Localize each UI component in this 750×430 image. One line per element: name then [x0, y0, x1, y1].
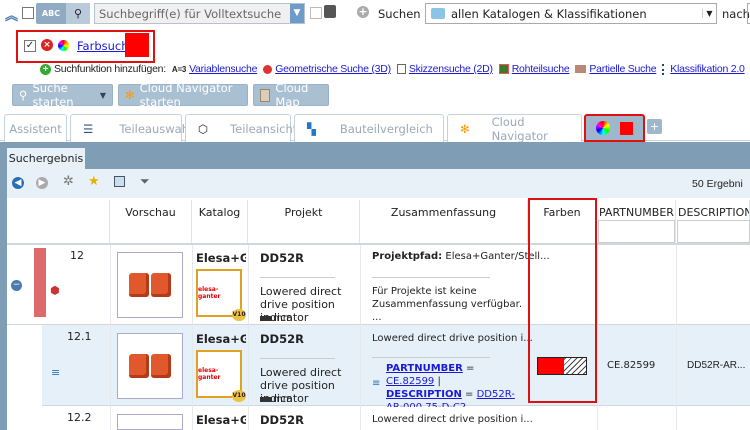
- color-search-icon: [596, 121, 610, 135]
- nach-label: nach: [722, 7, 750, 21]
- catalog-name: Elesa+Gan: [196, 332, 246, 346]
- summary: Projektpfad: Elesa+Ganter/Stell...: [372, 251, 550, 262]
- table-save-icon[interactable]: [114, 176, 125, 187]
- link-raw-part-search[interactable]: Rohteilsuche: [512, 63, 570, 75]
- partnumber-filter-input[interactable]: [598, 220, 675, 243]
- tab-bauteilvergleich[interactable]: ▚ Bauteilvergleich: [294, 114, 444, 142]
- summary-title: Lowered direct drive position i...: [372, 333, 533, 344]
- cloud-navigator-start-button[interactable]: ✻ Cloud Navigator starten: [118, 81, 248, 109]
- start-search-button[interactable]: ⚲ Suche starten ▼: [12, 81, 113, 109]
- link-sketch-search[interactable]: Skizzensuche (2D): [409, 63, 493, 75]
- summary-title: Lowered direct drive position i...: [372, 414, 533, 425]
- add-icon: +: [40, 63, 51, 75]
- assembly-icon: ⬢: [50, 284, 60, 297]
- fulltext-search-input[interactable]: Suchbegriff(e) für Volltextsuche: [94, 3, 305, 24]
- tab-cloud-navigator[interactable]: ✻ Cloud Navigator: [447, 114, 582, 143]
- catalog-select-value: allen Katalogen & Klassifikationen: [451, 6, 647, 21]
- row-id: 12.1: [67, 330, 92, 343]
- version-badge: V10: [232, 309, 246, 321]
- preview-image[interactable]: [117, 414, 183, 430]
- collapse-row-icon[interactable]: −: [11, 280, 22, 291]
- project-name: DD52R: [260, 413, 304, 427]
- chevron-down-icon[interactable]: ▼: [100, 91, 106, 100]
- back-icon[interactable]: ◀: [12, 177, 24, 189]
- color-search-checkbox[interactable]: ✓: [24, 40, 36, 52]
- filter-save-icon[interactable]: ⏷: [140, 174, 150, 189]
- catalog-name: Elesa+Gan: [196, 413, 246, 427]
- book-icon: [324, 5, 336, 18]
- variable-icon: A=3: [171, 64, 187, 74]
- add-search-label: Suchfunktion hinzufügen:: [54, 63, 166, 75]
- link-classification[interactable]: Klassifikation 2.0: [670, 63, 745, 75]
- row-id: 12: [70, 249, 84, 262]
- col-header-blank: [10, 200, 110, 244]
- result-count: 50 Ergebni: [692, 178, 743, 190]
- add-tab-button[interactable]: +: [647, 119, 662, 134]
- row-color-marker: [34, 248, 46, 317]
- compare-icon: ▚: [307, 121, 316, 136]
- raw-part-icon: [498, 64, 509, 74]
- col-header-project[interactable]: Projekt: [248, 200, 360, 244]
- summary-attrs-icon: ≡: [372, 378, 381, 389]
- sketch-icon: [396, 64, 406, 74]
- catalog-checkbox[interactable]: [310, 7, 322, 19]
- cloud-navigator-icon: ✻: [460, 121, 470, 136]
- partial-icon: [575, 65, 587, 73]
- search-dropdown-arrow[interactable]: ▼: [290, 4, 304, 23]
- color-swatch[interactable]: [125, 33, 149, 57]
- col-header-summary[interactable]: Zusammenfassung: [360, 200, 528, 244]
- cube-icon: ⬡: [198, 121, 209, 136]
- cloud-navigator-icon: ✻: [125, 88, 135, 102]
- tab-teileansicht[interactable]: ⬡ Teileansicht: [185, 114, 297, 142]
- stack-icon: ☰: [83, 121, 94, 136]
- variant-icon: ≡: [51, 366, 61, 379]
- description-value: DD52R-AR...: [687, 360, 746, 371]
- collapse-icon[interactable]: ︽: [5, 5, 18, 24]
- geometric-icon: [263, 64, 273, 74]
- preview-image[interactable]: [117, 252, 183, 318]
- link-partial-search[interactable]: Partielle Suche: [589, 63, 656, 75]
- map-icon: [260, 88, 271, 102]
- classification-icon: [662, 63, 667, 75]
- remove-icon[interactable]: ×: [41, 39, 53, 51]
- unit-label: mm: [260, 394, 292, 405]
- colors-column-highlight: [528, 198, 597, 403]
- ruler-icon: [260, 316, 272, 321]
- favorite-save-icon[interactable]: ★: [88, 174, 100, 189]
- search-mode-icon[interactable]: ⚲: [66, 3, 90, 24]
- unit-label: mm: [260, 313, 292, 324]
- settings-icon[interactable]: ✲: [63, 174, 74, 189]
- preview-image[interactable]: [117, 333, 183, 399]
- project-name: DD52R: [260, 251, 304, 265]
- ruler-icon: [260, 397, 272, 402]
- summary-text: Für Projekte ist keine Zusammenfassung v…: [372, 286, 523, 323]
- project-name: DD52R: [260, 332, 304, 346]
- cloud-map-button[interactable]: Cloud Map: [253, 81, 329, 109]
- folder-icon: [431, 8, 445, 19]
- tab-assistent[interactable]: Assistent: [4, 114, 67, 142]
- forward-icon[interactable]: ▶: [36, 177, 48, 189]
- description-filter-input[interactable]: [677, 220, 750, 243]
- results-tab[interactable]: Suchergebnis: [7, 148, 85, 169]
- tab-color-swatch: [620, 121, 633, 135]
- col-header-preview[interactable]: Vorschau: [110, 200, 192, 244]
- tab-color-search[interactable]: [584, 114, 645, 142]
- add-search-row: + Suchfunktion hinzufügen: A=3 Variablen…: [40, 63, 745, 75]
- chevron-down-icon[interactable]: ▼: [702, 9, 716, 18]
- catalog-select[interactable]: allen Katalogen & Klassifikationen ▼: [425, 3, 717, 24]
- add-icon[interactable]: +: [357, 6, 369, 18]
- fulltext-checkbox[interactable]: [22, 7, 34, 19]
- version-badge: V10: [232, 390, 246, 402]
- tab-teileauswahl[interactable]: ☰ Teileauswahl: [70, 114, 192, 142]
- partnumber-value: CE.82599: [607, 360, 656, 371]
- link-geometric-search[interactable]: Geometrische Suche (3D): [275, 63, 391, 75]
- row-id: 12.2: [67, 411, 92, 424]
- abc-mode-button[interactable]: ABC: [36, 3, 66, 24]
- link-variable-search[interactable]: Variablensuche: [189, 63, 257, 75]
- search-icon: ⚲: [19, 88, 28, 102]
- color-wheel-icon: [58, 40, 69, 51]
- search-mode-group[interactable]: ABC ⚲: [36, 3, 90, 24]
- col-header-catalog[interactable]: Katalog: [192, 200, 248, 244]
- catalog-name: Elesa+Gan: [196, 251, 246, 265]
